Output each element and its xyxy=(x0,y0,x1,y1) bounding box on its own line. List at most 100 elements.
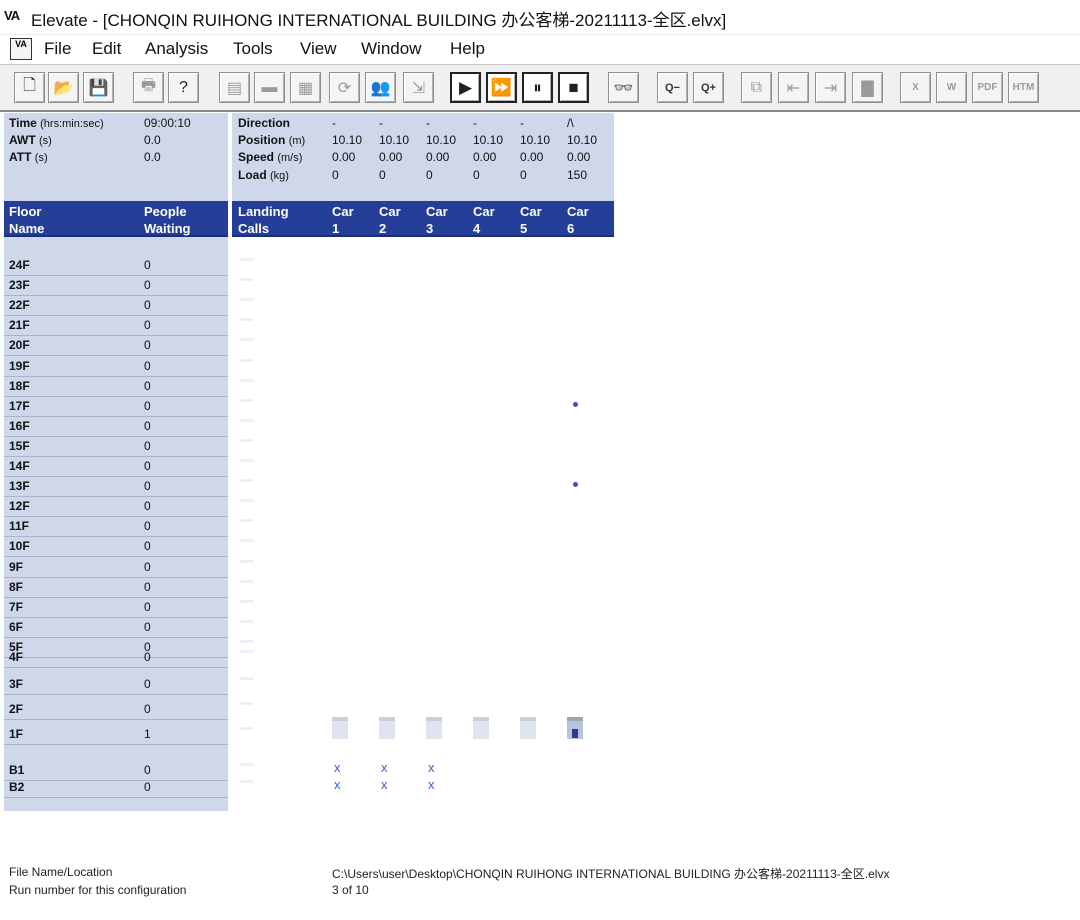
export-back-button[interactable]: ⇤ xyxy=(778,72,809,103)
landing-call-marker xyxy=(240,519,253,523)
copy-report-button[interactable]: ⧉ xyxy=(741,72,772,103)
landing-call-marker xyxy=(240,619,253,623)
menu-edit[interactable]: Edit xyxy=(92,39,121,59)
car-1-direction-value: - xyxy=(332,116,336,130)
floor-row: 19F 0 xyxy=(4,357,228,377)
elevator-data-button[interactable]: ▦ xyxy=(290,72,321,103)
passenger-icon xyxy=(572,729,578,738)
journey-button[interactable]: ⇲ xyxy=(403,72,434,103)
open-file-button[interactable]: 📂 xyxy=(48,72,79,103)
people-waiting-value: 0 xyxy=(144,418,151,433)
att-value: 0.0 xyxy=(144,150,161,164)
play-button[interactable]: ▶ xyxy=(450,72,481,103)
car-4-load-value: 0 xyxy=(473,168,480,182)
floor-name: 6F xyxy=(9,619,24,634)
floor-row: 8F 0 xyxy=(4,578,228,598)
dispatch-button[interactable]: ⟳ xyxy=(329,72,360,103)
zoom-out-button[interactable]: Q− xyxy=(657,72,688,103)
floor-table: 24F 0 23F 0 22F 0 21F 0 20F 0 19F 0 18F 0 17F 0 16F 0 15F 0… xyxy=(4,237,228,811)
building-data-button[interactable]: ▤ xyxy=(219,72,250,103)
car-header-number: 1 xyxy=(332,221,340,236)
car-call-dot xyxy=(573,482,578,488)
floor-row: 14F 0 xyxy=(4,457,228,477)
floor-row: 23F 0 xyxy=(4,276,228,297)
help-button[interactable]: ? xyxy=(168,72,199,103)
floor-row: 13F 0 xyxy=(4,477,228,498)
car-3-direction-value: - xyxy=(426,116,430,130)
zoom-in-button[interactable]: Q+ xyxy=(693,72,724,103)
floor-row: 16F 0 xyxy=(4,417,228,437)
menu-analysis[interactable]: Analysis xyxy=(145,39,208,59)
car-status-panel: Direction Position (m) Speed (m/s) Load … xyxy=(232,113,614,201)
floor-name: 2F xyxy=(9,702,24,716)
landing-call-marker xyxy=(240,258,253,261)
fast-forward-button[interactable]: ⏩ xyxy=(486,72,517,103)
stop-button[interactable]: ■ xyxy=(558,72,589,103)
watch-button[interactable]: 👓 xyxy=(608,72,639,103)
time-label: Time (hrs:min:sec) xyxy=(9,116,104,130)
elevator-car-2[interactable] xyxy=(379,717,395,739)
menu-help[interactable]: Help xyxy=(450,39,485,59)
export-forward-button[interactable]: ⇥ xyxy=(815,72,846,103)
export-excel-button[interactable]: X xyxy=(900,72,931,103)
pause-icon: ⏸ xyxy=(533,77,542,97)
landing-call-marker xyxy=(240,702,253,705)
chart-button[interactable]: ▇ xyxy=(852,72,883,103)
floor-name: 1F xyxy=(9,727,24,741)
floor-row: 17F 0 xyxy=(4,397,228,417)
landing-call-marker xyxy=(240,438,253,442)
car-6-position-value: 10.10 xyxy=(567,133,598,147)
menu-file[interactable]: File xyxy=(44,39,71,59)
floor-row: 2F 0 xyxy=(4,700,228,720)
restricted-floor-mark: x xyxy=(334,777,341,792)
elevator-car-1[interactable] xyxy=(332,717,348,739)
landing-call-marker xyxy=(240,677,253,680)
stop-icon: ■ xyxy=(568,77,579,97)
floor-name: 3F xyxy=(9,677,24,691)
restricted-floor-mark: x xyxy=(428,760,435,775)
elevator-car-4[interactable] xyxy=(473,717,489,739)
elevator-car-6[interactable] xyxy=(567,717,583,739)
menu-window[interactable]: Window xyxy=(361,39,421,59)
car-header-label: Car xyxy=(426,204,448,219)
floor-row: 21F 0 xyxy=(4,316,228,337)
run-number-label: Run number for this configuration xyxy=(9,883,187,897)
new-file-button[interactable]: 🗋 xyxy=(14,72,45,103)
people-waiting-value: 0 xyxy=(144,298,151,313)
save-button[interactable]: 💾 xyxy=(83,72,114,103)
menu-view[interactable]: View xyxy=(300,39,337,59)
export-html-button[interactable]: HTM xyxy=(1008,72,1039,103)
pause-button[interactable]: ⏸ xyxy=(522,72,553,103)
export-pdf-button[interactable]: PDF xyxy=(972,72,1003,103)
menu-tools[interactable]: Tools xyxy=(233,39,273,59)
floor-name: 24F xyxy=(9,258,30,272)
floor-name: 4F xyxy=(9,650,24,664)
print-button[interactable]: 🖶 xyxy=(133,72,164,103)
att-label: ATT (s) xyxy=(9,150,48,164)
file-location-label: File Name/Location xyxy=(9,865,113,879)
floor-data-button[interactable]: ▬ xyxy=(254,72,285,103)
passenger-data-button[interactable]: 👥 xyxy=(365,72,396,103)
export-word-button[interactable]: W xyxy=(936,72,967,103)
car-header-label: Car xyxy=(520,204,542,219)
people-waiting-value: 0 xyxy=(144,398,151,413)
elevator-car-3[interactable] xyxy=(426,717,442,739)
car-1-load-value: 0 xyxy=(332,168,339,182)
new-icon: 🗋 xyxy=(23,77,36,94)
people-waiting-value: 0 xyxy=(144,378,151,393)
people-waiting-value: 0 xyxy=(144,338,151,353)
landing-call-marker xyxy=(240,559,253,563)
floor-row: 1F 1 xyxy=(4,725,228,745)
people-waiting-value: 0 xyxy=(144,499,151,514)
document-icon[interactable]: VA xyxy=(10,38,32,60)
floor-row: 12F 0 xyxy=(4,497,228,518)
people-waiting-value: 0 xyxy=(144,438,151,453)
floor-name: 23F xyxy=(9,278,30,293)
car-4-header: Car 4 xyxy=(473,203,495,237)
zoom-out-icon: Q− xyxy=(665,81,680,94)
play-icon: ▶ xyxy=(458,77,473,97)
car-header-label: Car xyxy=(379,204,401,219)
floor-row: 6F 0 xyxy=(4,618,228,638)
elevator-car-5[interactable] xyxy=(520,717,536,739)
restricted-floor-mark: x xyxy=(381,777,388,792)
